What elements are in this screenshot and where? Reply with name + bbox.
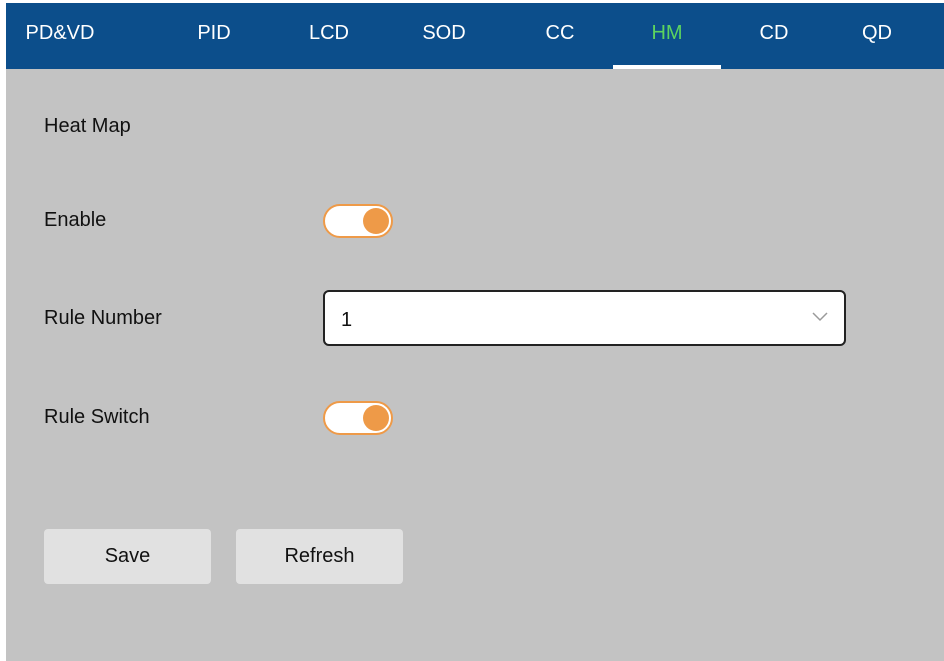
rule-switch-label: Rule Switch [44, 406, 150, 428]
rule-number-label: Rule Number [44, 307, 162, 329]
tab-bar: PD&VD PID LCD SOD CC HM CD QD [6, 3, 944, 69]
refresh-button[interactable]: Refresh [236, 529, 403, 584]
toggle-knob [363, 208, 389, 234]
enable-label: Enable [44, 209, 107, 231]
tab-sod[interactable]: SOD [390, 3, 498, 69]
tab-hm[interactable]: HM [613, 3, 721, 69]
rule-number-value: 1 [341, 309, 353, 331]
toggle-knob [363, 405, 389, 431]
rule-number-select[interactable]: 1 [323, 290, 846, 346]
tab-pd-vd[interactable]: PD&VD [6, 3, 114, 69]
heat-map-settings-panel: PD&VD PID LCD SOD CC HM CD QD Heat Map E… [6, 3, 944, 661]
tab-pid[interactable]: PID [160, 3, 268, 69]
active-tab-indicator [613, 65, 721, 69]
rule-switch-toggle[interactable] [323, 401, 393, 435]
chevron-down-icon [812, 312, 828, 322]
tab-lcd[interactable]: LCD [275, 3, 383, 69]
tab-cd[interactable]: CD [720, 3, 828, 69]
tab-cc[interactable]: CC [506, 3, 614, 69]
enable-toggle[interactable] [323, 204, 393, 238]
section-title: Heat Map [44, 115, 131, 137]
save-button[interactable]: Save [44, 529, 211, 584]
tab-qd[interactable]: QD [823, 3, 931, 69]
